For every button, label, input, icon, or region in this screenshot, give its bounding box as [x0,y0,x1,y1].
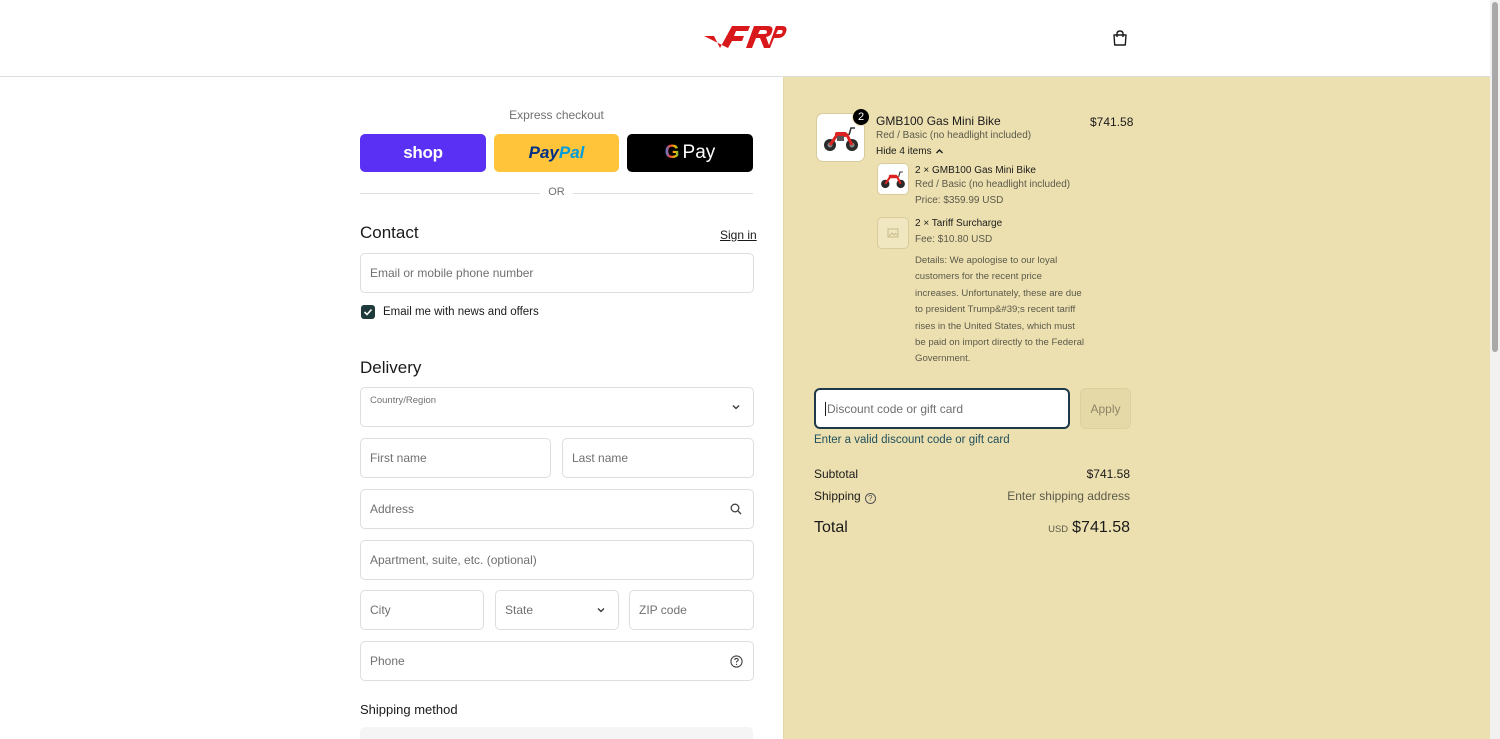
paypal-label-part2: Pal [558,143,585,162]
paypal-label-part1: Pay [528,143,559,162]
sub-item-variant: Red / Basic (no headlight included) [915,179,1071,190]
sub-item-title: 2 × Tariff Surcharge [915,218,1003,229]
phone-placeholder: Phone [370,654,405,668]
chevron-down-icon [594,603,608,617]
sign-in-link[interactable]: Sign in [720,228,757,242]
contact-title: Contact [360,223,419,242]
apply-discount-button[interactable]: Apply [1080,388,1131,429]
first-name-placeholder: First name [370,451,427,465]
apartment-field[interactable]: Apartment, suite, etc. (optional) [360,540,754,580]
express-checkout-label: Express checkout [509,108,604,122]
email-placeholder: Email or mobile phone number [370,266,534,280]
google-g-icon: G [664,142,680,163]
country-select[interactable]: Country/Region [360,387,754,427]
subtotal-label: Subtotal [814,467,859,481]
zip-placeholder: ZIP code [639,603,687,617]
help-circle-icon[interactable] [729,654,743,668]
shipping-method-title: Shipping method [360,702,458,717]
shop-pay-label: shop [403,143,443,162]
or-label: OR [540,186,573,198]
chevron-down-icon [729,400,743,414]
paypal-button[interactable]: Pay Pal [494,134,619,172]
checkmark-icon [363,308,373,316]
address-field[interactable]: Address [360,489,754,529]
discount-placeholder: Discount code or gift card [827,401,964,416]
checkout-form: Express checkout shop Pay Pal G Pay OR Con… [0,78,783,739]
shipping-row-label: Shipping? [814,489,876,504]
city-placeholder: City [370,603,391,617]
newsletter-label: Email me with news and offers [383,306,539,318]
checkout-header [0,0,1490,77]
email-field[interactable]: Email or mobile phone number [360,253,754,293]
search-icon [729,502,743,516]
total-currency: USD [1048,524,1069,535]
delivery-title: Delivery [360,358,422,377]
address-placeholder: Address [370,502,415,516]
page-scrollbar[interactable] [1490,0,1500,739]
discount-error-message: Enter a valid discount code or gift card [814,434,1010,446]
quantity-badge: 2 [852,108,870,126]
zip-field[interactable]: ZIP code [629,590,754,630]
subtotal-value: $741.58 [1086,467,1130,481]
state-select[interactable]: State [495,590,619,630]
google-pay-label: Pay [682,142,716,163]
order-summary: 2 GMB100 Gas Mini Bike Red / Basic (no h… [783,77,1490,739]
product-variant: Red / Basic (no headlight included) [876,130,1032,141]
sub-item-price: Price: $359.99 USD [915,195,1004,206]
hide-items-toggle[interactable]: Hide 4 items [876,146,944,157]
product-title: GMB100 Gas Mini Bike [876,114,1001,128]
tariff-details: Details: We apologise to our loyal custo… [915,255,1085,365]
shop-pay-button[interactable]: shop [360,134,486,172]
country-label: Country/Region [370,395,437,406]
hide-items-label: Hide 4 items [876,146,932,157]
shipping-value: Enter shipping address [1007,489,1130,503]
total-amount: USD $741.58 [1048,519,1130,537]
image-placeholder-icon [887,228,899,238]
cart-button[interactable] [1108,26,1132,50]
shipping-method-box [360,727,753,739]
last-name-field[interactable]: Last name [562,438,754,478]
newsletter-checkbox[interactable] [361,305,375,319]
total-value: $741.58 [1072,519,1130,536]
apartment-placeholder: Apartment, suite, etc. (optional) [370,553,537,567]
total-label: Total [814,519,848,536]
city-field[interactable]: City [360,590,484,630]
help-circle-icon[interactable]: ? [864,493,876,504]
first-name-field[interactable]: First name [360,438,551,478]
sub-item-title: 2 × GMB100 Gas Mini Bike [915,165,1036,176]
shopping-bag-icon [1113,30,1127,46]
sub-item-thumbnail [877,217,909,249]
phone-field[interactable]: Phone [360,641,754,681]
brand-logo[interactable] [702,22,788,52]
state-placeholder: State [505,603,534,617]
text-caret [825,401,826,416]
sub-item-fee: Fee: $10.80 USD [915,234,993,245]
chevron-up-icon [935,149,943,154]
shipping-label: Shipping [814,489,861,503]
sub-item-thumbnail [877,163,909,195]
mini-bike-image [823,126,858,151]
mini-bike-image [881,171,905,189]
discount-code-input[interactable]: Discount code or gift card [814,388,1070,429]
last-name-placeholder: Last name [572,451,629,465]
apply-label: Apply [1090,401,1121,416]
product-price: $741.58 [1090,115,1134,129]
google-pay-button[interactable]: G Pay [627,134,753,172]
scrollbar-thumb[interactable] [1492,2,1498,352]
